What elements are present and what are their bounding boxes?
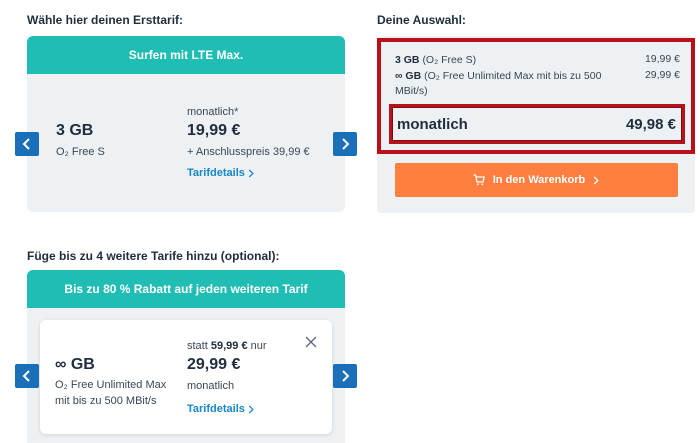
- selection-item-2-name: (O₂ Free Unlimited Max mit bis zu 500: [424, 70, 602, 82]
- additional-tariff-plan-name-line2: mit bis zu 500 MBit/s: [55, 395, 157, 407]
- strike-price-value: 59,99 €: [210, 340, 248, 352]
- selection-item-2-name-line2: MBit/s): [395, 85, 428, 97]
- first-tariff-billing-label: monatlich*: [187, 106, 239, 118]
- selection-item-2: ∞ GB (O₂ Free Unlimited Max mit bis zu 5…: [395, 69, 615, 99]
- additional-tariff-billing-label: monatlich: [187, 380, 235, 392]
- first-tariff-banner: Surfen mit LTE Max.: [27, 36, 345, 74]
- add-to-cart-button[interactable]: In den Warenkorb: [395, 163, 678, 197]
- first-tariff-details-link[interactable]: Tarifdetails: [187, 167, 255, 179]
- cart-icon: [473, 174, 485, 186]
- additional-tariff-strike-price: statt 59,99 € nur: [187, 340, 267, 352]
- first-tariff-price: 19,99 €: [187, 122, 241, 139]
- close-icon[interactable]: [305, 336, 317, 348]
- first-tariff-next-button[interactable]: [333, 132, 357, 156]
- chevron-right-icon: [594, 175, 599, 185]
- additional-tariff-item: ∞ GB O₂ Free Unlimited Max mit bis zu 50…: [40, 320, 332, 434]
- first-tariff-prev-button[interactable]: [15, 132, 39, 156]
- first-tariff-setup-fee: + Anschlusspreis 39,99 €: [187, 146, 310, 158]
- first-tariff-volume: 3 GB: [56, 122, 94, 139]
- chevron-right-icon: [342, 370, 350, 382]
- selection-total: monatlich 49,98 €: [389, 104, 685, 144]
- first-tariff-plan-name: O₂ Free S: [56, 146, 105, 158]
- additional-tariff-next-button[interactable]: [333, 364, 357, 388]
- details-link-label: Tarifdetails: [187, 167, 245, 179]
- details-link-label: Tarifdetails: [187, 403, 245, 415]
- chevron-right-icon: [248, 404, 254, 414]
- chevron-right-icon: [248, 168, 254, 178]
- strike-prefix: statt: [187, 340, 208, 352]
- selection-item-2-price: 29,99 €: [644, 69, 680, 81]
- additional-tariff-volume: ∞ GB: [55, 356, 95, 373]
- additional-tariffs-heading: Füge bis zu 4 weitere Tarife hinzu (opti…: [27, 249, 280, 263]
- chevron-right-icon: [342, 138, 350, 150]
- additional-tariff-plan-name-line1: O₂ Free Unlimited Max: [55, 379, 167, 391]
- chevron-left-icon: [22, 138, 30, 150]
- first-tariff-card: Surfen mit LTE Max. 3 GB O₂ Free S monat…: [27, 36, 345, 212]
- chevron-left-icon: [22, 370, 30, 382]
- additional-tariff-prev-button[interactable]: [15, 364, 39, 388]
- selection-item-1-name: (O₂ Free S): [422, 54, 477, 66]
- selection-heading: Deine Auswahl:: [377, 13, 466, 27]
- strike-suffix: nur: [250, 340, 267, 352]
- selection-item-1-price: 19,99 €: [644, 53, 680, 65]
- selection-item-1-volume: 3 GB: [395, 54, 420, 66]
- additional-tariff-price: 29,99 €: [187, 356, 241, 373]
- selection-total-label: monatlich: [397, 116, 468, 133]
- first-tariff-heading: Wähle hier deinen Ersttarif:: [27, 13, 184, 27]
- selection-total-price: 49,98 €: [625, 116, 676, 133]
- additional-tariff-details-link[interactable]: Tarifdetails: [187, 403, 255, 415]
- additional-tariffs-banner: Bis zu 80 % Rabatt auf jeden weiteren Ta…: [27, 270, 345, 308]
- add-to-cart-label: In den Warenkorb: [492, 174, 586, 186]
- selection-item-1: 3 GB (O₂ Free S): [395, 53, 476, 68]
- selection-item-2-volume: ∞ GB: [395, 70, 422, 82]
